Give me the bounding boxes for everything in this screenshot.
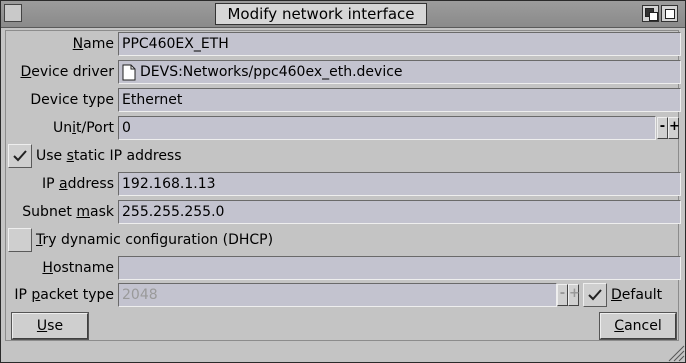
checkmark-icon <box>588 289 602 301</box>
name-label: Name <box>72 36 114 52</box>
zoom-icon[interactable] <box>661 5 678 22</box>
subnet-mask-field[interactable]: 255.255.255.0 <box>118 200 681 224</box>
dhcp-checkbox[interactable] <box>8 228 32 252</box>
file-icon[interactable] <box>122 64 136 81</box>
default-checkbox[interactable] <box>583 283 607 307</box>
form-panel: Name PPC460EX_ETH Device driver DEVS:Net… <box>5 30 681 341</box>
checkmark-icon <box>13 150 27 162</box>
packet-type-label: IP packet type <box>14 287 114 303</box>
cancel-button[interactable]: Cancel <box>599 312 677 340</box>
packet-decrement-button[interactable]: - <box>557 284 568 306</box>
name-field[interactable]: PPC460EX_ETH <box>118 32 681 56</box>
title-bar[interactable]: Modify network interface <box>1 1 685 28</box>
unit-port-field[interactable]: 0 <box>118 116 656 140</box>
unit-decrement-button[interactable]: - <box>657 117 668 139</box>
resize-handle-icon[interactable] <box>667 344 685 362</box>
dhcp-label: Try dynamic configuration (DHCP) <box>36 232 274 248</box>
subnet-mask-label: Subnet mask <box>22 204 114 220</box>
device-driver-value: DEVS:Networks/ppc460ex_eth.device <box>140 64 403 80</box>
ip-address-field[interactable]: 192.168.1.13 <box>118 172 681 196</box>
use-button[interactable]: Use <box>11 312 89 340</box>
window-title: Modify network interface <box>215 3 427 25</box>
unit-increment-button[interactable]: + <box>668 117 680 139</box>
device-type-field: Ethernet <box>118 88 681 112</box>
hostname-label: Hostname <box>42 260 114 276</box>
device-driver-label: Device driver <box>20 64 114 80</box>
default-label: Default <box>611 287 663 303</box>
static-ip-label: Use static IP address <box>36 148 182 164</box>
dialog-window: Modify network interface Name PPC460EX_E… <box>0 0 686 363</box>
ip-address-label: IP address <box>41 176 114 192</box>
device-driver-field[interactable]: DEVS:Networks/ppc460ex_eth.device <box>118 60 681 84</box>
static-ip-checkbox[interactable] <box>8 144 32 168</box>
depth-icon[interactable] <box>642 5 659 22</box>
close-icon[interactable] <box>4 4 22 22</box>
packet-increment-button[interactable]: + <box>568 284 580 306</box>
device-type-label: Device type <box>30 92 114 108</box>
hostname-field[interactable] <box>118 256 681 280</box>
packet-type-field[interactable]: 2048 <box>118 283 557 307</box>
unit-port-label: Unit/Port <box>53 120 114 136</box>
